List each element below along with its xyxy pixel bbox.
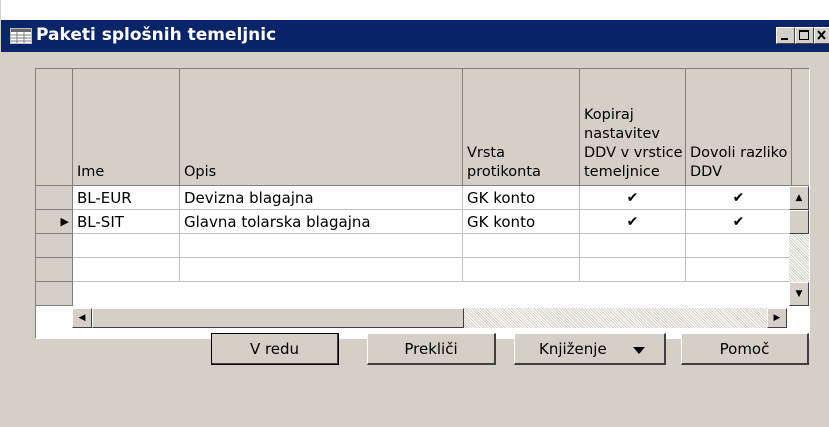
cell-ime[interactable] bbox=[73, 258, 180, 282]
header-filler bbox=[792, 69, 809, 186]
horizontal-scroll-thumb[interactable] bbox=[92, 308, 464, 328]
cell-kopiraj-checkbox[interactable]: ✔ bbox=[580, 186, 686, 210]
row-selector-current[interactable]: ▶ bbox=[36, 210, 73, 234]
cell-kopiraj-checkbox[interactable] bbox=[580, 258, 686, 282]
close-icon bbox=[817, 30, 826, 40]
cell-dovoli-checkbox[interactable]: ✔ bbox=[686, 210, 792, 234]
column-header-label: Opis bbox=[184, 164, 217, 180]
scroll-left-button[interactable]: ◀ bbox=[72, 308, 92, 328]
cell-dovoli-checkbox[interactable] bbox=[686, 234, 792, 258]
column-header-label: Vrsta protikonta bbox=[467, 145, 541, 180]
minimize-button[interactable] bbox=[776, 27, 795, 44]
column-header-opis[interactable]: Opis bbox=[180, 69, 463, 186]
close-button[interactable] bbox=[814, 27, 829, 44]
scroll-down-button[interactable]: ▼ bbox=[789, 282, 809, 306]
column-header-label: Dovoli razliko DDV bbox=[690, 145, 788, 180]
maximize-button[interactable] bbox=[795, 27, 814, 44]
column-header-label: Kopiraj nastavitev DDV v vrstice temeljn… bbox=[584, 107, 683, 180]
arrow-down-icon: ▼ bbox=[795, 289, 803, 299]
maximize-icon bbox=[799, 30, 809, 40]
title-bar[interactable]: Paketi splošnih temeljnic bbox=[1, 20, 829, 52]
cell-vrsta-protikonta[interactable] bbox=[463, 258, 580, 282]
column-header-ime[interactable]: Ime bbox=[73, 69, 180, 186]
row-selector[interactable] bbox=[36, 258, 73, 282]
column-header-dovoli-razliko-ddv[interactable]: Dovoli razliko DDV bbox=[686, 69, 792, 186]
ok-button-label: V redu bbox=[249, 339, 300, 358]
help-button-label: Pomoč bbox=[719, 339, 770, 358]
row-selector[interactable] bbox=[36, 186, 73, 210]
posting-menu-button[interactable]: Knjiženje bbox=[514, 333, 666, 365]
scroll-right-button[interactable]: ▶ bbox=[767, 308, 787, 328]
column-header-vrsta-protikonta[interactable]: Vrsta protikonta bbox=[463, 69, 580, 186]
vertical-scroll-thumb[interactable] bbox=[789, 210, 809, 234]
arrow-left-icon: ◀ bbox=[78, 313, 86, 323]
row-selector[interactable] bbox=[36, 234, 73, 258]
posting-button-label: Knjiženje bbox=[539, 339, 607, 358]
cell-opis[interactable]: Glavna tolarska blagajna bbox=[180, 210, 463, 234]
minimize-icon bbox=[781, 38, 788, 40]
arrow-right-icon: ▶ bbox=[773, 313, 781, 323]
cancel-button[interactable]: Prekliči bbox=[367, 333, 496, 365]
cell-kopiraj-checkbox[interactable] bbox=[580, 234, 686, 258]
dialog-client-area: Ime Opis Vrsta protikonta Kopiraj nastav… bbox=[1, 52, 829, 427]
current-row-arrow-icon: ▶ bbox=[60, 215, 69, 228]
cell-opis[interactable]: Devizna blagajna bbox=[180, 186, 463, 210]
cell-dovoli-checkbox[interactable]: ✔ bbox=[686, 186, 792, 210]
column-header-kopiraj-ddv[interactable]: Kopiraj nastavitev DDV v vrstice temeljn… bbox=[580, 69, 686, 186]
ok-button[interactable]: V redu bbox=[211, 333, 339, 365]
window-title: Paketi splošnih temeljnic bbox=[36, 25, 277, 45]
help-button[interactable]: Pomoč bbox=[681, 333, 809, 365]
cell-ime[interactable]: BL-SIT bbox=[73, 210, 180, 234]
row-selector[interactable] bbox=[36, 282, 73, 306]
horizontal-scroll-track[interactable] bbox=[72, 308, 787, 328]
vertical-scroll-track[interactable] bbox=[789, 234, 809, 282]
cell-dovoli-checkbox[interactable] bbox=[686, 258, 792, 282]
dialog-window: Paketi splošnih temeljnic Ime Opis Vrsta… bbox=[0, 0, 829, 427]
cell-ime[interactable]: BL-EUR bbox=[73, 186, 180, 210]
journal-batches-grid: Ime Opis Vrsta protikonta Kopiraj nastav… bbox=[35, 68, 810, 339]
table-icon bbox=[10, 28, 32, 44]
cell-ime[interactable] bbox=[73, 234, 180, 258]
cell-vrsta-protikonta[interactable] bbox=[463, 234, 580, 258]
cell-opis[interactable] bbox=[180, 258, 463, 282]
cell-vrsta-protikonta[interactable]: GK konto bbox=[463, 210, 580, 234]
scroll-up-button[interactable]: ▲ bbox=[789, 186, 809, 210]
column-header-label: Ime bbox=[77, 164, 105, 180]
arrow-up-icon: ▲ bbox=[795, 193, 803, 203]
cell-kopiraj-checkbox[interactable]: ✔ bbox=[580, 210, 686, 234]
dropdown-arrow-icon bbox=[633, 347, 645, 354]
row-selector-header[interactable] bbox=[36, 69, 73, 186]
cancel-button-label: Prekliči bbox=[404, 339, 458, 358]
cell-vrsta-protikonta[interactable]: GK konto bbox=[463, 186, 580, 210]
cell-opis[interactable] bbox=[180, 234, 463, 258]
